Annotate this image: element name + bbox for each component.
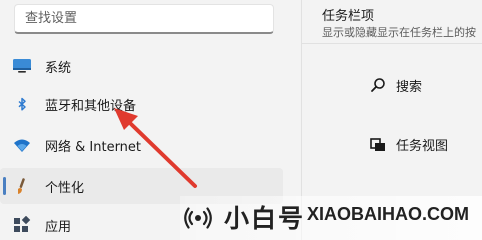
sidebar-item-label: 系统 (45, 60, 72, 76)
watermark-banner: 小白号 XIAOBAIHAO.COM (180, 196, 482, 240)
taskbar-items-title: 任务栏项 (322, 9, 375, 24)
taskbar-items-subtitle: 显示或隐藏显示在任务栏上的按 (322, 26, 476, 39)
taskbar-item-label: 任务视图 (396, 138, 449, 154)
sidebar-item-label: 网络 & Internet (45, 139, 142, 155)
settings-search-box[interactable] (14, 4, 274, 34)
watermark-site: XIAOBAIHAO.COM (307, 204, 469, 224)
task-view-icon (370, 138, 385, 151)
sidebar-item-label: 个性化 (45, 180, 85, 196)
sidebar-item-system[interactable]: 系统 (0, 48, 283, 84)
paintbrush-icon (18, 178, 25, 194)
watermark-name: 小白号 (224, 204, 306, 233)
bluetooth-icon (18, 97, 26, 111)
sidebar-item-network[interactable]: 网络 & Internet (0, 127, 283, 163)
taskbar-item-search[interactable]: 搜索 (302, 67, 482, 103)
taskbar-item-task-view[interactable]: 任务视图 (302, 126, 482, 162)
sidebar-item-bluetooth-devices[interactable]: 蓝牙和其他设备 (0, 86, 283, 122)
signal-icon (184, 207, 212, 229)
search-icon (371, 78, 385, 92)
wifi-icon (14, 139, 30, 152)
sidebar-item-label: 蓝牙和其他设备 (45, 98, 137, 114)
selection-indicator (3, 177, 6, 195)
settings-search-input[interactable] (15, 5, 273, 32)
panel-separator (302, 43, 482, 44)
system-display-icon (13, 59, 31, 73)
taskbar-item-label: 搜索 (396, 79, 423, 95)
apps-icon (14, 216, 31, 232)
sidebar-item-label: 应用 (45, 219, 72, 235)
